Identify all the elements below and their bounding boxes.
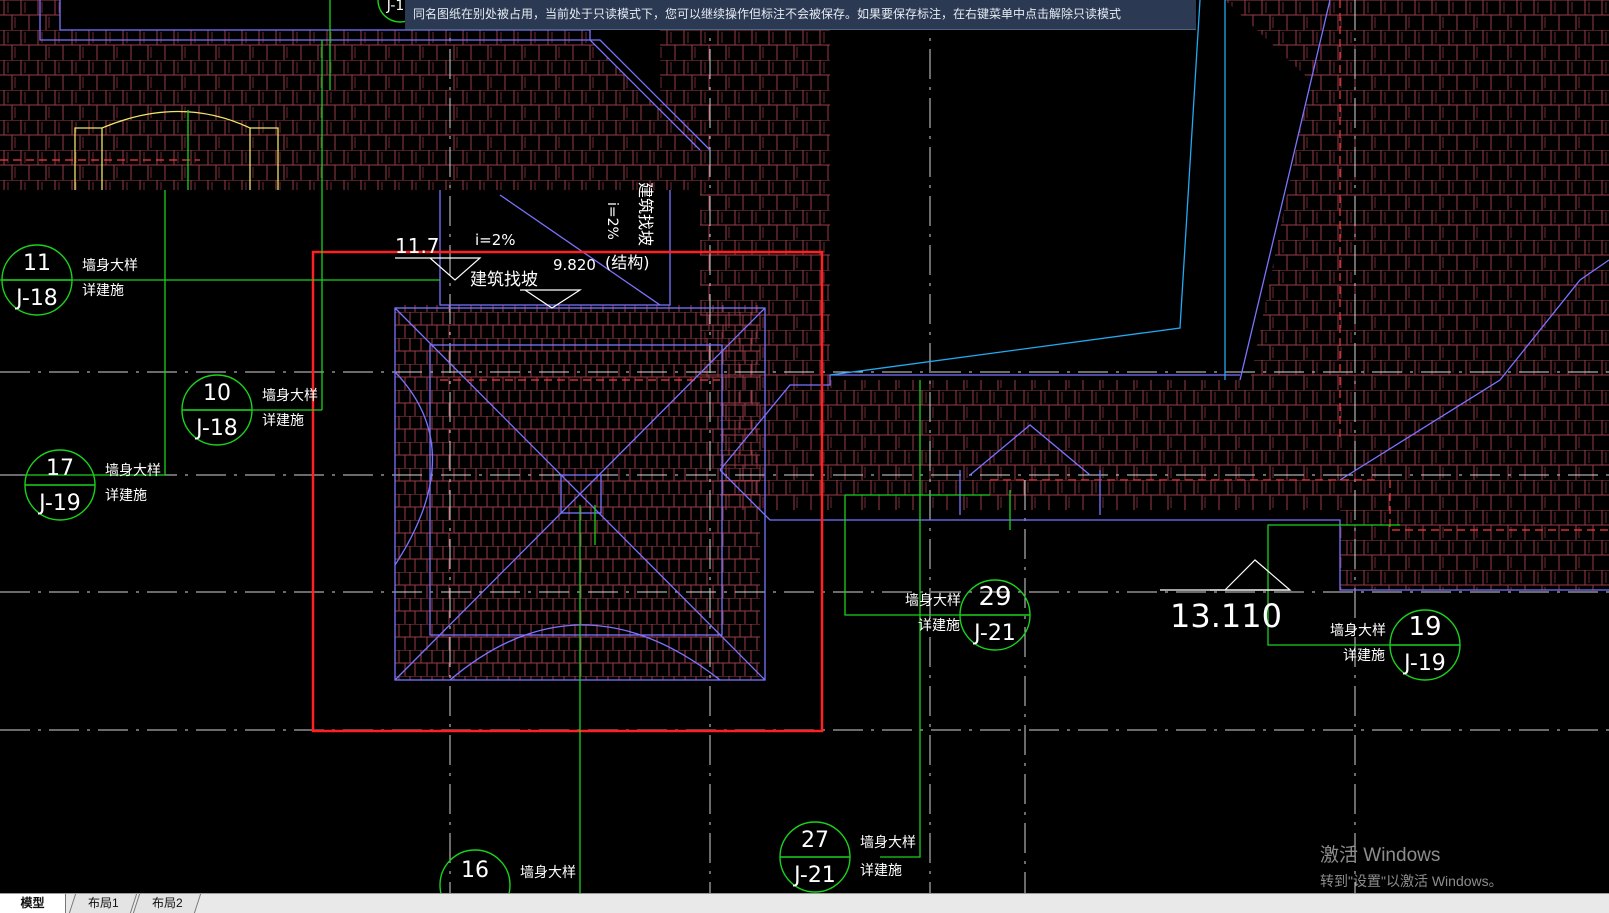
callout-29-top: 29 [978, 582, 1011, 612]
brick-hatch [0, 0, 1609, 680]
callout-19-top: 19 [1408, 612, 1441, 642]
callout-27-note1: 墙身大样 [860, 835, 916, 851]
callout-10-note1: 墙身大样 [262, 388, 318, 404]
callout-29-note1: 墙身大样 [905, 593, 961, 609]
structure-note: (结构) [605, 253, 650, 272]
tab-layout1[interactable]: 布局1 [68, 894, 138, 913]
slope-right: i=2% [604, 202, 620, 240]
tab-layout2-label: 布局2 [151, 896, 183, 910]
slope-text-left: 建筑找坡 [470, 270, 538, 290]
tab-layout2[interactable]: 布局2 [132, 894, 202, 913]
callout-27-note2: 详建施 [860, 863, 902, 879]
cyan-boundary [829, 0, 1226, 380]
callout-29-bottom: J-21 [972, 621, 1016, 646]
callout-19-note1: 墙身大样 [1330, 623, 1386, 639]
callout-29-note2: 详建施 [918, 618, 960, 634]
callout-27-top: 27 [801, 828, 829, 853]
callout-11-bottom: J-18 [14, 286, 58, 311]
callout-16-top: 16 [461, 858, 489, 883]
elevation-11-7: 11.7 [395, 234, 440, 258]
readonly-notice-text: 同名图纸在别处被占用，当前处于只读模式下，您可以继续操作但标注不会被保存。如果要… [413, 7, 1122, 21]
callout-11-note2: 详建施 [82, 283, 124, 299]
callout-16-note1: 墙身大样 [520, 865, 576, 881]
callout-19-bottom: J-19 [1402, 651, 1446, 676]
readonly-notice-banner: 同名图纸在别处被占用，当前处于只读模式下，您可以继续操作但标注不会被保存。如果要… [405, 0, 1196, 30]
tab-model-label: 模型 [20, 896, 45, 910]
elevation-9820: 9.820 [553, 256, 596, 274]
layout-tab-bar: 模型 布局1 布局2 [0, 893, 1609, 913]
callout-17-note2: 详建施 [105, 488, 147, 504]
slope-left: i=2% [475, 231, 516, 249]
callout-19-note2: 详建施 [1343, 648, 1385, 664]
watermark-subtitle: 转到"设置"以激活 Windows。 [1320, 873, 1503, 889]
callout-10-note2: 详建施 [262, 413, 304, 429]
watermark-title: 激活 Windows [1320, 845, 1441, 866]
drawing-canvas[interactable]: 11 J-18 墙身大样 详建施 10 J-18 墙身大样 详建施 17 J-1… [0, 0, 1609, 893]
callout-17-note1: 墙身大样 [105, 463, 161, 479]
callout-17-bottom: J-19 [37, 491, 81, 516]
callout-10-bottom: J-18 [194, 416, 238, 441]
cad-drawing[interactable]: 11 J-18 墙身大样 详建施 10 J-18 墙身大样 详建施 17 J-1… [0, 0, 1609, 893]
callout-17-top: 17 [46, 456, 74, 481]
callout-10-top: 10 [203, 381, 231, 406]
elevation-13110: 13.110 [1170, 597, 1282, 635]
tab-model[interactable]: 模型 [0, 894, 66, 913]
windows-activation-watermark: 激活 Windows 转到"设置"以激活 Windows。 [1320, 840, 1503, 891]
tab-layout1-label: 布局1 [87, 896, 119, 910]
slope-text-right: 建筑找坡 [636, 182, 655, 246]
callout-11-top: 11 [23, 251, 51, 276]
callout-27-bottom: J-21 [792, 863, 836, 888]
callout-11-note1: 墙身大样 [82, 258, 138, 274]
